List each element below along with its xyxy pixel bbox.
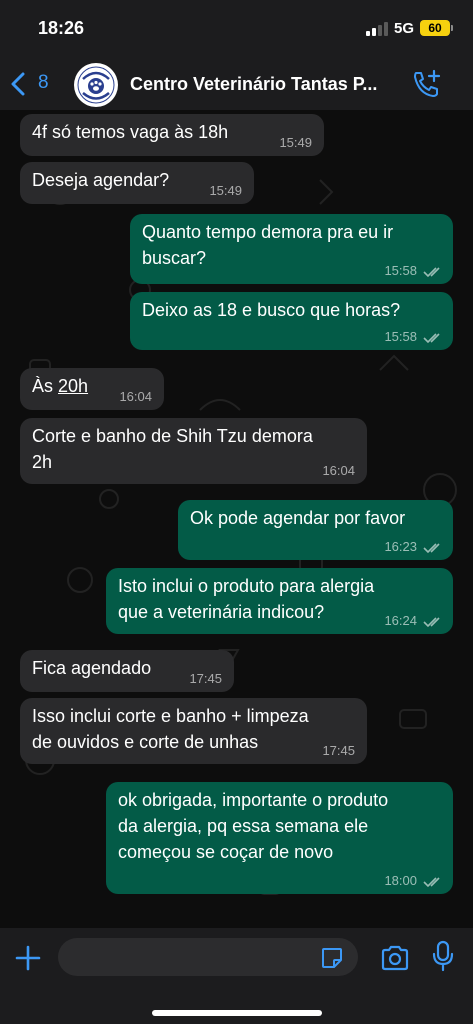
message-outgoing[interactable]: ok obrigada, importante o produto da ale… [106,782,453,894]
sticker-icon [322,948,342,968]
message-text-line: 2h [32,452,53,472]
avatar[interactable] [74,63,118,107]
message-outgoing[interactable]: Ok pode agendar por favor 16:23 [178,500,453,560]
battery-icon: 60 [420,20,450,36]
message-time: 16:04 [322,463,355,478]
microphone-button[interactable] [432,940,454,972]
message-time: 15:58 [384,329,417,344]
plus-icon [15,945,41,971]
double-check-icon [423,877,440,888]
unread-count: 8 [38,72,49,93]
input-bar [0,928,473,1024]
message-text: Deixo as 18 e busco que horas? [142,300,401,320]
message-prefix: Às [32,376,59,396]
status-bar: 18:26 5G 60 [0,0,473,60]
message-text-line: começou se coçar de novo [118,842,334,862]
message-time: 16:04 [119,389,152,404]
chevron-left-icon [11,72,25,96]
signal-icon [366,22,388,36]
message-time: 15:58 [384,263,417,278]
contact-name[interactable]: Centro Veterinário Tantas P... [130,74,400,95]
chat-area[interactable]: 4f só temos vaga às 18h 15:49 Deseja age… [0,110,473,928]
message-text-line: de ouvidos e corte de unhas [32,732,259,752]
message-time: 16:23 [384,539,417,554]
message-time: 15:49 [209,183,242,198]
double-check-icon [423,267,440,278]
message-text-line: Corte e banho de Shih Tzu demora [32,426,313,446]
camera-button[interactable] [380,944,410,972]
microphone-icon [432,940,454,972]
add-call-button[interactable] [410,68,442,100]
back-button[interactable]: 8 [10,70,56,98]
status-time: 18:26 [38,18,85,38]
message-text-line: Isto inclui o produto para alergia [118,576,375,596]
battery-tip [451,25,453,31]
message-incoming[interactable]: Deseja agendar? 15:49 [20,162,254,204]
message-time: 18:00 [384,873,417,888]
message-text-line: Isso inclui corte e banho + limpeza [32,706,309,726]
home-indicator[interactable] [152,1010,322,1016]
network-label: 5G [394,20,415,37]
message-outgoing[interactable]: Quanto tempo demora pra eu ir buscar? 15… [130,214,453,284]
message-time: 15:49 [279,135,312,150]
message-time: 17:45 [322,743,355,758]
double-check-icon [423,333,440,344]
message-time: 17:45 [189,671,222,686]
message-incoming[interactable]: Isso inclui corte e banho + limpeza de o… [20,698,367,764]
add-call-icon [414,69,441,97]
double-check-icon [423,543,440,554]
message-incoming[interactable]: 4f só temos vaga às 18h 15:49 [20,114,324,156]
message-incoming[interactable]: Às 20h 16:04 [20,368,164,410]
message-text: Ok pode agendar por favor [190,508,406,528]
message-text-line: ok obrigada, importante o produto [118,790,389,810]
clinic-logo-icon [75,64,117,106]
message-text-line: da alergia, pq essa semana ele [118,816,369,836]
message-input[interactable] [58,938,358,976]
attach-button[interactable] [14,944,42,972]
camera-icon [381,945,409,971]
message-outgoing[interactable]: Deixo as 18 e busco que horas? 15:58 [130,292,453,350]
message-text: 4f só temos vaga às 18h [32,122,229,142]
message-time: 16:24 [384,613,417,628]
message-link[interactable]: 20h [58,376,88,396]
double-check-icon [423,617,440,628]
sticker-button[interactable] [320,946,344,970]
message-incoming[interactable]: Fica agendado 17:45 [20,650,234,692]
chat-header: 8 Centro Veterinário Tantas P... [0,60,473,110]
message-text-line: Quanto tempo demora pra eu ir [142,222,394,242]
message-outgoing[interactable]: Isto inclui o produto para alergia que a… [106,568,453,634]
message-incoming[interactable]: Corte e banho de Shih Tzu demora 2h 16:0… [20,418,367,484]
